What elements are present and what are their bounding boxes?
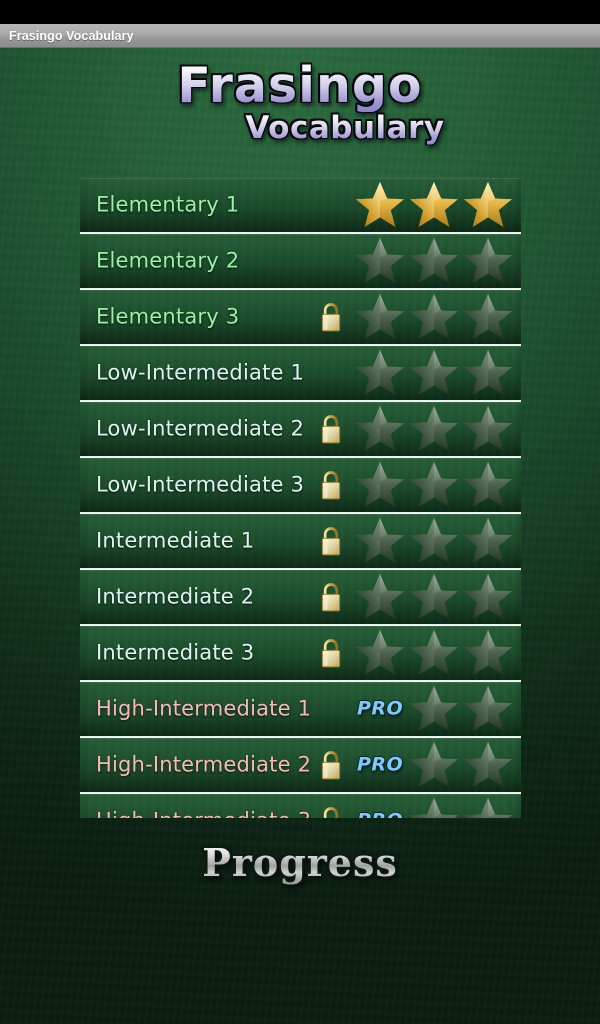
star-empty-icon bbox=[410, 238, 458, 283]
star-rating bbox=[354, 572, 514, 622]
title-bar: Frasingo Vocabulary bbox=[0, 24, 600, 48]
star-empty-icon bbox=[464, 686, 512, 731]
status-bar bbox=[0, 0, 600, 24]
star-rating bbox=[354, 460, 514, 510]
lock-icon bbox=[321, 583, 341, 612]
level-row[interactable]: High-Intermediate 1 PRO bbox=[80, 682, 521, 738]
star-empty-icon bbox=[464, 462, 512, 507]
star-rating bbox=[354, 516, 514, 566]
star-empty-icon bbox=[464, 574, 512, 619]
star-empty-icon bbox=[356, 574, 404, 619]
star-empty-icon bbox=[410, 462, 458, 507]
level-label: Elementary 3 bbox=[96, 304, 240, 329]
level-row[interactable]: Elementary 2 bbox=[80, 234, 521, 290]
level-list[interactable]: Elementary 1 Elementary 2 Elementary 3 Low-… bbox=[80, 178, 521, 818]
lock-icon bbox=[321, 303, 341, 332]
star-empty-icon bbox=[464, 406, 512, 451]
level-label: Low-Intermediate 2 bbox=[96, 416, 305, 441]
app-root: Frasingo Vocabulary Frasingo Vocabulary … bbox=[0, 0, 600, 1024]
star-empty-icon bbox=[356, 294, 404, 339]
star-rating bbox=[408, 796, 514, 818]
star-rating bbox=[408, 684, 514, 734]
level-row[interactable]: Elementary 3 bbox=[80, 290, 521, 346]
level-row[interactable]: Intermediate 1 bbox=[80, 514, 521, 570]
level-label: Intermediate 1 bbox=[96, 528, 255, 553]
star-empty-icon bbox=[464, 630, 512, 675]
star-empty-icon bbox=[464, 350, 512, 395]
pro-badge: PRO bbox=[357, 697, 404, 720]
level-label: Intermediate 3 bbox=[96, 640, 255, 665]
lock-icon bbox=[321, 639, 341, 668]
star-empty-icon bbox=[464, 238, 512, 283]
window-title: Frasingo Vocabulary bbox=[9, 28, 134, 43]
progress-label: Progress bbox=[202, 840, 398, 885]
level-row[interactable]: Intermediate 2 bbox=[80, 570, 521, 626]
star-empty-icon bbox=[410, 518, 458, 563]
lock-icon bbox=[321, 751, 341, 780]
star-empty-icon bbox=[410, 406, 458, 451]
lock-icon bbox=[321, 415, 341, 444]
lock-icon bbox=[322, 807, 340, 818]
level-label: Elementary 2 bbox=[96, 248, 240, 273]
star-empty-icon bbox=[410, 798, 458, 818]
level-row[interactable]: Low-Intermediate 1 bbox=[80, 346, 521, 402]
pro-badge: PRO bbox=[357, 810, 403, 818]
star-rating bbox=[408, 740, 514, 790]
star-empty-icon bbox=[410, 574, 458, 619]
level-label: Low-Intermediate 1 bbox=[96, 360, 305, 385]
star-empty-icon bbox=[464, 742, 512, 787]
progress-button[interactable]: Progress bbox=[0, 840, 600, 885]
star-filled-icon bbox=[464, 182, 512, 227]
star-rating bbox=[354, 628, 514, 678]
star-rating bbox=[354, 236, 514, 286]
star-empty-icon bbox=[356, 518, 404, 563]
lock-icon bbox=[321, 527, 341, 556]
star-empty-icon bbox=[356, 462, 404, 507]
level-row[interactable]: Elementary 1 bbox=[80, 178, 521, 234]
level-label: High-Intermediate 2 bbox=[96, 752, 312, 777]
star-empty-icon bbox=[464, 518, 512, 563]
star-empty-icon bbox=[356, 406, 404, 451]
level-row[interactable]: High-Intermediate 2 PRO bbox=[80, 738, 521, 794]
star-empty-icon bbox=[356, 238, 404, 283]
star-rating bbox=[354, 404, 514, 454]
pro-badge: PRO bbox=[357, 753, 404, 776]
star-empty-icon bbox=[356, 630, 404, 675]
star-empty-icon bbox=[464, 294, 512, 339]
level-row[interactable]: Low-Intermediate 2 bbox=[80, 402, 521, 458]
star-empty-icon bbox=[356, 350, 404, 395]
star-rating bbox=[354, 180, 514, 230]
star-rating bbox=[354, 292, 514, 342]
level-row[interactable]: Low-Intermediate 3 bbox=[80, 458, 521, 514]
star-empty-icon bbox=[410, 686, 458, 731]
star-filled-icon bbox=[356, 182, 404, 227]
level-label: Intermediate 2 bbox=[96, 584, 255, 609]
star-empty-icon bbox=[410, 350, 458, 395]
level-row[interactable]: High-Intermediate 3 PRO bbox=[80, 794, 521, 818]
star-rating bbox=[354, 348, 514, 398]
star-empty-icon bbox=[410, 630, 458, 675]
star-empty-icon bbox=[464, 798, 512, 818]
level-row[interactable]: Intermediate 3 bbox=[80, 626, 521, 682]
star-empty-icon bbox=[410, 294, 458, 339]
level-label: Low-Intermediate 3 bbox=[96, 472, 305, 497]
level-label: High-Intermediate 3 bbox=[96, 809, 311, 818]
star-empty-icon bbox=[410, 742, 458, 787]
star-filled-icon bbox=[410, 182, 458, 227]
lock-icon bbox=[321, 471, 341, 500]
level-label: Elementary 1 bbox=[96, 192, 240, 217]
level-label: High-Intermediate 1 bbox=[96, 696, 312, 721]
